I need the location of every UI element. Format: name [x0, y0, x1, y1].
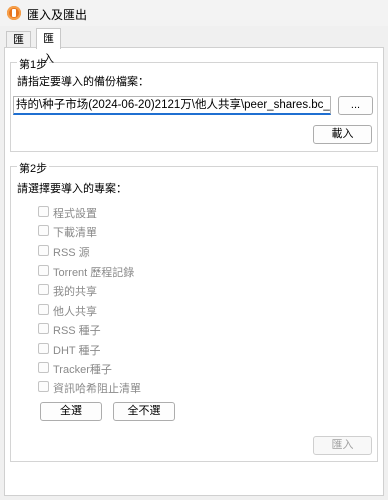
checkbox-box[interactable] — [38, 265, 49, 276]
import-button[interactable]: 匯入 — [313, 436, 372, 455]
checkbox-label: Tracker種子 — [53, 364, 112, 376]
checkbox-label: Torrent 歷程記錄 — [53, 267, 135, 279]
backup-file-path-input[interactable]: 持的\种子市场(2024-06-20)2121万\他人共享\peer_share… — [13, 96, 331, 115]
checkbox-box[interactable] — [38, 381, 49, 392]
app-logo-icon — [7, 6, 21, 20]
checkbox-box[interactable] — [38, 206, 49, 217]
checkbox-label: RSS 種子 — [53, 325, 101, 337]
title-bar: 匯入及匯出 — [0, 0, 388, 26]
checkbox-box[interactable] — [38, 225, 49, 236]
load-button[interactable]: 載入 — [313, 125, 372, 144]
checkbox-box[interactable] — [38, 323, 49, 334]
checkbox-label: 他人共享 — [53, 306, 97, 318]
checkbox-box[interactable] — [38, 362, 49, 373]
browse-button[interactable]: ... — [338, 96, 373, 115]
checkbox-label: DHT 種子 — [53, 345, 101, 357]
step2-title: 第2步 — [17, 160, 50, 176]
checkbox-label: 資訊哈希阻止清單 — [53, 383, 141, 395]
step1-instruction: 請指定要導入的備份檔案： — [17, 76, 149, 88]
checkbox-label: 我的共享 — [53, 286, 97, 298]
checkbox-label: 程式設置 — [53, 208, 97, 220]
checkbox-label: 下載清單 — [53, 227, 97, 239]
select-none-button[interactable]: 全不選 — [113, 402, 175, 421]
checkbox-box[interactable] — [38, 245, 49, 256]
window-title: 匯入及匯出 — [27, 8, 88, 22]
checkbox-label: RSS 源 — [53, 247, 90, 259]
checkbox-box[interactable] — [38, 304, 49, 315]
checkbox-box[interactable] — [38, 284, 49, 295]
select-all-button[interactable]: 全選 — [40, 402, 102, 421]
tab-export[interactable]: 匯出 — [6, 31, 31, 62]
tab-import[interactable]: 匯入 — [36, 28, 61, 65]
step2-instruction: 請選擇要導入的專案： — [17, 183, 127, 195]
checkbox-box[interactable] — [38, 343, 49, 354]
